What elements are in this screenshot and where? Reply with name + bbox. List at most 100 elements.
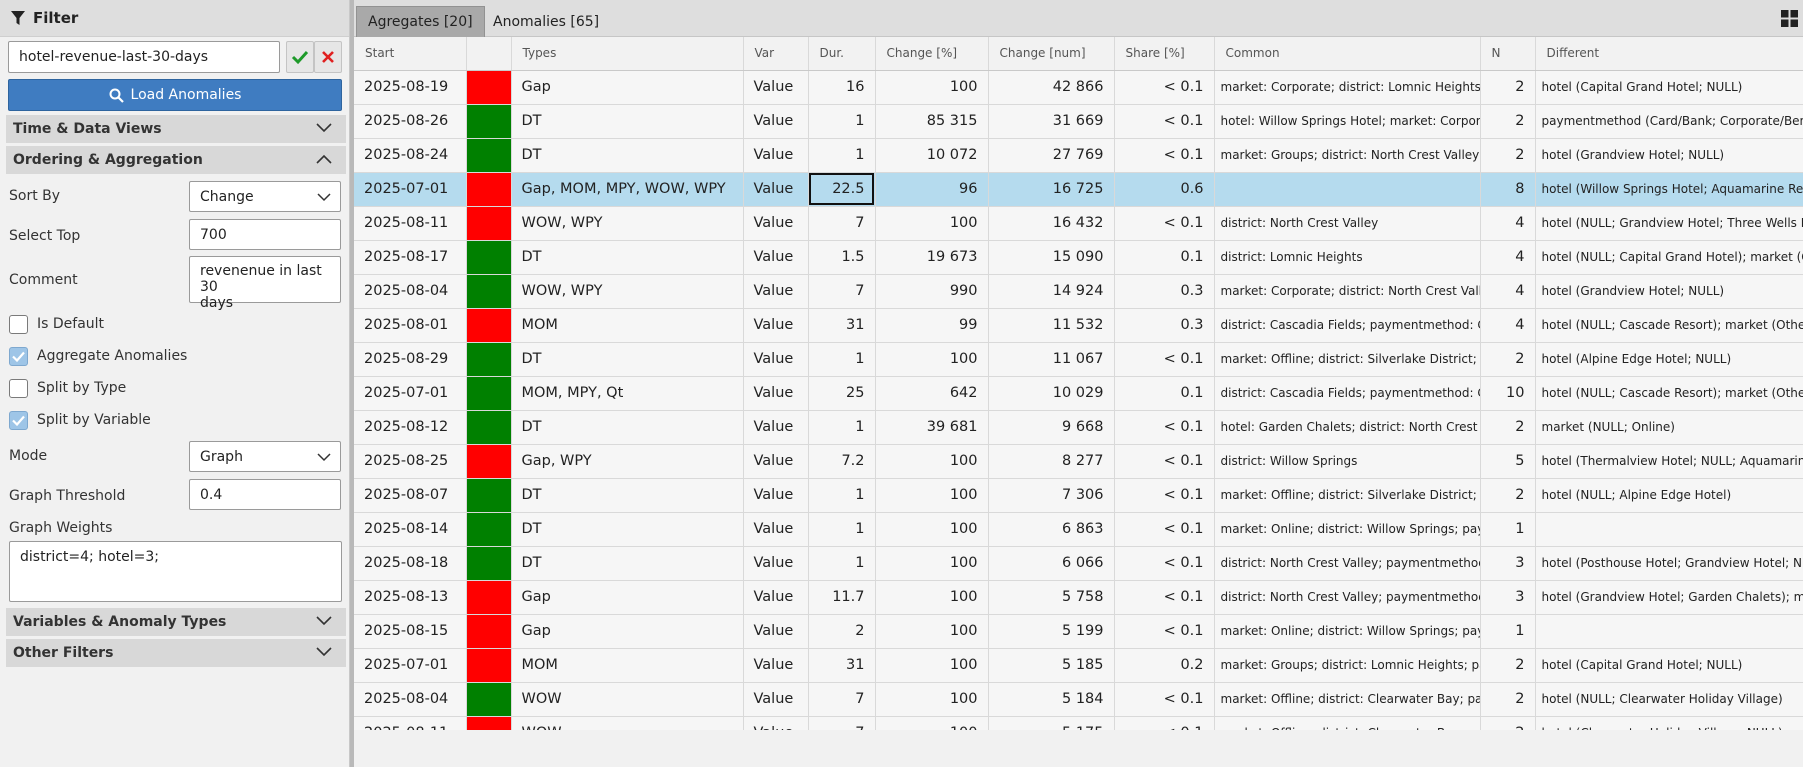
cell-change-pct[interactable]: 100	[875, 206, 989, 241]
cell-change-pct[interactable]: 100	[875, 716, 989, 730]
severity-indicator[interactable]	[466, 206, 512, 241]
cell-start[interactable]: 2025-08-15	[354, 614, 467, 649]
cell-share[interactable]: 0.3	[1114, 274, 1215, 309]
cell-var[interactable]: Value	[743, 274, 809, 309]
cell-duration[interactable]: 1	[808, 546, 876, 581]
table-row[interactable]: 2025-08-24 DT Value 1 10 072 27 769 < 0.1 marke…	[354, 138, 1803, 173]
cell-change-num[interactable]: 6 066	[988, 546, 1115, 581]
cell-types[interactable]: DT	[511, 342, 744, 377]
cell-types[interactable]: WOW	[511, 682, 744, 717]
cell-different[interactable]: hotel (Thermalview Hotel; NULL; Aquamari…	[1535, 444, 1803, 479]
cell-different[interactable]: hotel (Clearwater Holiday Village; NULL)	[1535, 716, 1803, 730]
cell-common[interactable]: market: Offline; district: Clearwater Ba…	[1214, 682, 1481, 717]
cell-n[interactable]: 2	[1480, 682, 1536, 717]
cell-start[interactable]: 2025-08-04	[354, 274, 467, 309]
cell-change-pct[interactable]: 85 315	[875, 104, 989, 139]
cell-duration[interactable]: 31	[808, 648, 876, 683]
cell-n[interactable]: 2	[1480, 138, 1536, 173]
cell-change-pct[interactable]: 100	[875, 614, 989, 649]
cell-n[interactable]: 1	[1480, 614, 1536, 649]
severity-indicator[interactable]	[466, 308, 512, 343]
cell-common[interactable]: market: Offline; district: Silverlake Di…	[1214, 478, 1481, 513]
column-header-share[interactable]: Share [%]	[1114, 37, 1215, 71]
column-header-severity[interactable]	[466, 37, 512, 71]
cell-var[interactable]: Value	[743, 444, 809, 479]
cell-change-pct[interactable]: 642	[875, 376, 989, 411]
table-row[interactable]: 2025-07-01 Gap, MOM, MPY, WOW, WPY Value 22…	[354, 172, 1803, 207]
column-header-start[interactable]: Start	[354, 37, 467, 71]
is-default-row[interactable]: Is Default	[9, 313, 104, 335]
cell-change-pct[interactable]: 100	[875, 682, 989, 717]
comment-input[interactable]: revenenue in last 30 days	[189, 256, 341, 311]
cell-start[interactable]: 2025-08-26	[354, 104, 467, 139]
cell-common[interactable]: hotel: Garden Chalets; district: North C…	[1214, 410, 1481, 445]
column-header-different[interactable]: Different	[1535, 37, 1803, 71]
column-header-duration[interactable]: Dur.	[808, 37, 876, 71]
cell-duration[interactable]: 11.7	[808, 580, 876, 615]
cell-start[interactable]: 2025-07-01	[354, 172, 467, 207]
cell-types[interactable]: DT	[511, 138, 744, 173]
cell-n[interactable]: 3	[1480, 580, 1536, 615]
cell-different[interactable]: paymentmethod (Card/Bank; Corporate/Bene…	[1535, 104, 1803, 139]
cell-change-pct[interactable]: 100	[875, 580, 989, 615]
cell-different[interactable]: hotel (Posthouse Hotel; Grandview Hotel;…	[1535, 546, 1803, 581]
cell-share[interactable]: < 0.1	[1114, 614, 1215, 649]
cell-n[interactable]: 2	[1480, 648, 1536, 683]
cell-common[interactable]: market: Offline; district: Clearwater Ba…	[1214, 716, 1481, 730]
cell-share[interactable]: 0.1	[1114, 240, 1215, 275]
cell-duration[interactable]: 22.5	[808, 172, 876, 207]
cell-var[interactable]: Value	[743, 342, 809, 377]
cell-types[interactable]: DT	[511, 240, 744, 275]
cell-change-pct[interactable]: 100	[875, 342, 989, 377]
cell-types[interactable]: DT	[511, 546, 744, 581]
cell-duration[interactable]: 1	[808, 410, 876, 445]
cell-share[interactable]: < 0.1	[1114, 342, 1215, 377]
cell-common[interactable]: market: Offline; district: Silverlake Di…	[1214, 342, 1481, 377]
severity-indicator[interactable]	[466, 172, 512, 207]
cell-start[interactable]: 2025-08-12	[354, 410, 467, 445]
table-row[interactable]: 2025-08-12 DT Value 1 39 681 9 668 < 0.1 hotel:…	[354, 410, 1803, 445]
cell-common[interactable]: district: Willow Springs	[1214, 444, 1481, 479]
confirm-button[interactable]	[286, 41, 314, 73]
cell-change-num[interactable]: 10 029	[988, 376, 1115, 411]
cell-n[interactable]: 8	[1480, 172, 1536, 207]
cell-var[interactable]: Value	[743, 580, 809, 615]
cell-change-num[interactable]: 5 184	[988, 682, 1115, 717]
table-row[interactable]: 2025-08-11 WOW, WPY Value 7 100 16 432 < 0.1 di…	[354, 206, 1803, 241]
cell-change-num[interactable]: 42 866	[988, 70, 1115, 105]
severity-indicator[interactable]	[466, 70, 512, 105]
cell-n[interactable]: 4	[1480, 240, 1536, 275]
cell-common[interactable]: district: North Crest Valley; paymentmet…	[1214, 580, 1481, 615]
cell-duration[interactable]: 7	[808, 716, 876, 730]
cell-common[interactable]: market: Groups; district: Lomnic Heights…	[1214, 648, 1481, 683]
cell-types[interactable]: DT	[511, 478, 744, 513]
cell-common[interactable]: market: Online; district: Willow Springs…	[1214, 512, 1481, 547]
graph-weights-input[interactable]: district=4; hotel=3;	[9, 541, 342, 602]
table-row[interactable]: 2025-08-04 WOW, WPY Value 7 990 14 924 0.3 mark…	[354, 274, 1803, 309]
severity-indicator[interactable]	[466, 512, 512, 547]
cell-change-pct[interactable]: 19 673	[875, 240, 989, 275]
cell-var[interactable]: Value	[743, 206, 809, 241]
cell-n[interactable]: 2	[1480, 342, 1536, 377]
cell-change-pct[interactable]: 10 072	[875, 138, 989, 173]
cell-common[interactable]: market: Corporate; district: Lomnic Heig…	[1214, 70, 1481, 105]
cell-start[interactable]: 2025-08-01	[354, 308, 467, 343]
cell-duration[interactable]: 1.5	[808, 240, 876, 275]
cell-change-pct[interactable]: 100	[875, 648, 989, 683]
cell-change-pct[interactable]: 100	[875, 70, 989, 105]
cell-var[interactable]: Value	[743, 138, 809, 173]
cell-n[interactable]: 2	[1480, 410, 1536, 445]
table-row[interactable]: 2025-08-11 WOWValue71005 175< 0.1market: …	[354, 716, 1803, 730]
cell-change-num[interactable]: 11 067	[988, 342, 1115, 377]
severity-indicator[interactable]	[466, 342, 512, 377]
cell-n[interactable]: 4	[1480, 308, 1536, 343]
cell-change-num[interactable]: 5 199	[988, 614, 1115, 649]
cell-change-num[interactable]: 27 769	[988, 138, 1115, 173]
cell-share[interactable]: < 0.1	[1114, 512, 1215, 547]
severity-indicator[interactable]	[466, 274, 512, 309]
severity-indicator[interactable]	[466, 410, 512, 445]
cell-start[interactable]: 2025-07-01	[354, 648, 467, 683]
table-row[interactable]: 2025-08-01 MOM Value 31 99 11 532 0.3 district:…	[354, 308, 1803, 343]
table-row[interactable]: 2025-08-15 Gap Value 2 100 5 199 < 0.1 market: …	[354, 614, 1803, 649]
cell-different[interactable]: hotel (Grandview Hotel; Garden Chalets);…	[1535, 580, 1803, 615]
